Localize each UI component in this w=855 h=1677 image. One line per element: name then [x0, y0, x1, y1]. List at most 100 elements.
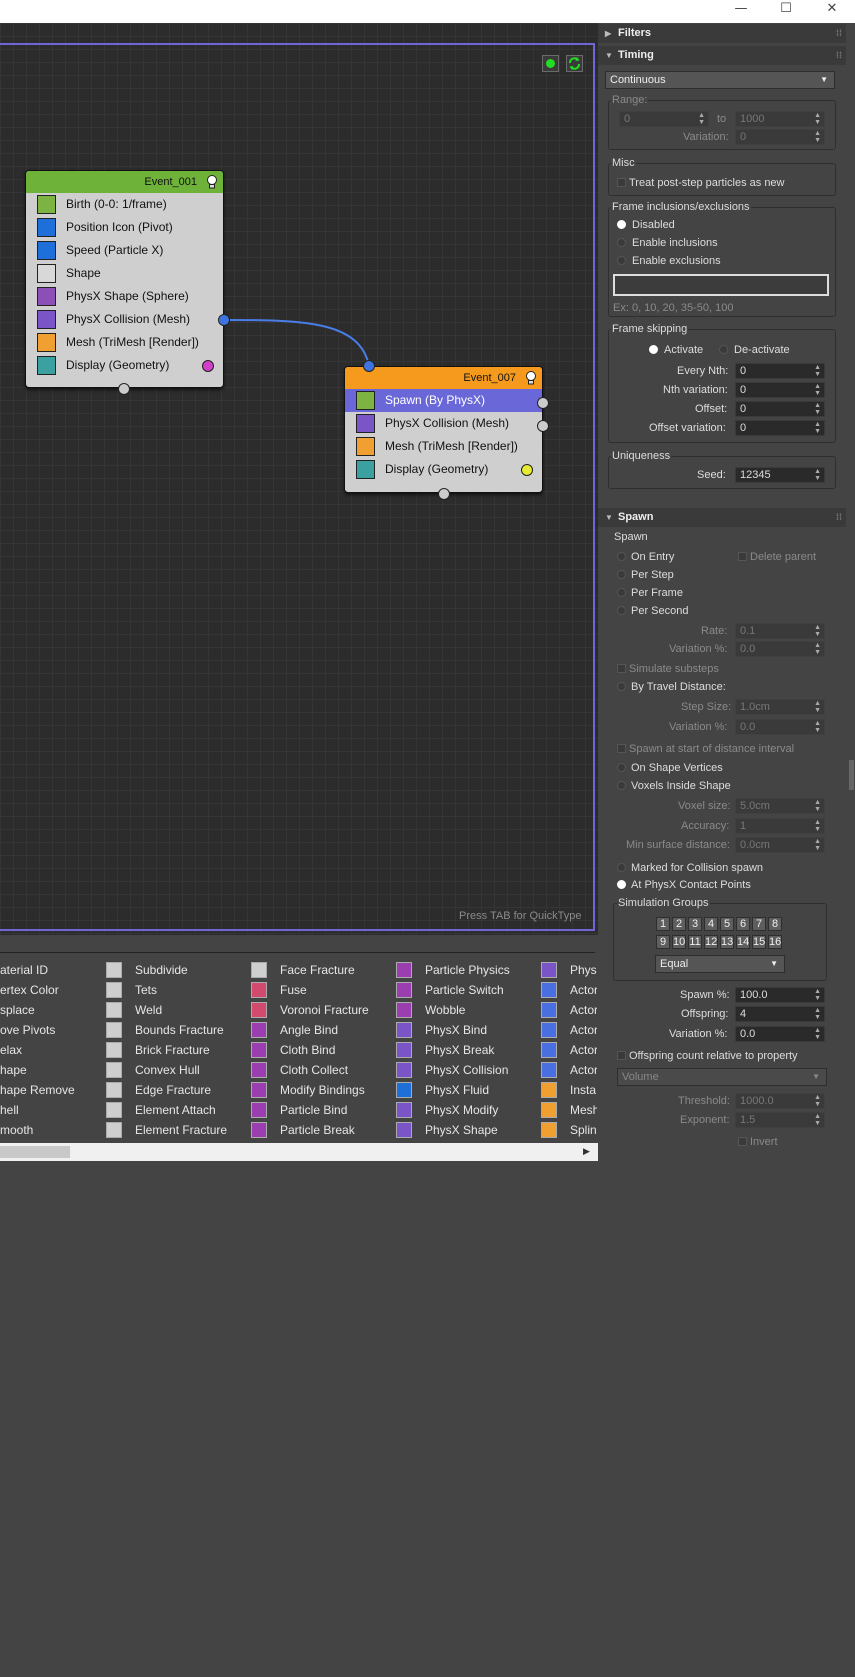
- event-node-001[interactable]: Event_001 Birth (0-0: 1/frame) Position …: [25, 170, 224, 388]
- depot-operator[interactable]: hell: [0, 1100, 96, 1120]
- per-frame-radio[interactable]: [617, 588, 626, 597]
- depot-operator[interactable]: aterial ID: [0, 960, 96, 980]
- rollout-filters[interactable]: ▶ Filters ⁞⁞: [598, 24, 846, 43]
- exponent-spinner[interactable]: 1.5 ▲ ▼: [735, 1112, 825, 1128]
- depot-operator[interactable]: Angle Bind: [251, 1020, 391, 1040]
- sim-group-button[interactable]: 13: [720, 935, 734, 949]
- depot-operator[interactable]: Wobble: [396, 1000, 536, 1020]
- per-step-radio[interactable]: [617, 570, 626, 579]
- output-pin-spawn[interactable]: [537, 397, 549, 409]
- panel-scrollbar[interactable]: [848, 23, 855, 1161]
- sim-group-button[interactable]: 14: [736, 935, 750, 949]
- offset-spinner[interactable]: 0 ▲ ▼: [735, 401, 825, 417]
- enable-exclusions-radio[interactable]: [617, 256, 626, 265]
- on-vertices-radio[interactable]: [617, 763, 626, 772]
- operator-display[interactable]: Display (Geometry): [26, 354, 223, 377]
- nth-variation-spinner[interactable]: 0 ▲ ▼: [735, 382, 825, 398]
- variation-pct-spinner[interactable]: 0.0 ▲ ▼: [735, 641, 825, 657]
- enable-toggle-button[interactable]: [542, 55, 559, 72]
- depot-operator[interactable]: Tets: [106, 980, 246, 1000]
- maximize-button[interactable]: ☐: [763, 0, 809, 23]
- operator-physx-shape[interactable]: PhysX Shape (Sphere): [26, 285, 223, 308]
- depot-operator[interactable]: ertex Color: [0, 980, 96, 1000]
- depot-operator[interactable]: Weld: [106, 1000, 246, 1020]
- depot-operator[interactable]: Phys: [541, 960, 597, 980]
- depot-operator[interactable]: Voronoi Fracture: [251, 1000, 391, 1020]
- sim-group-button[interactable]: 12: [704, 935, 718, 949]
- step-size-spinner[interactable]: 1.0cm ▲ ▼: [735, 699, 825, 715]
- depot-operator[interactable]: Face Fracture: [251, 960, 391, 980]
- depot-operator[interactable]: Subdivide: [106, 960, 246, 980]
- treat-poststep-checkbox[interactable]: [617, 178, 626, 187]
- disabled-radio[interactable]: [617, 220, 626, 229]
- output-pin-collision[interactable]: [537, 420, 549, 432]
- refresh-button[interactable]: [566, 55, 583, 72]
- depot-operator[interactable]: Splin: [541, 1120, 597, 1140]
- volume-dropdown[interactable]: Volume ▼: [617, 1068, 827, 1086]
- operator-position-icon[interactable]: Position Icon (Pivot): [26, 216, 223, 239]
- output-pin-collision[interactable]: [218, 314, 230, 326]
- depot-operator[interactable]: Modify Bindings: [251, 1080, 391, 1100]
- variation3-spinner[interactable]: 0.0 ▲ ▼: [735, 1026, 825, 1042]
- operator-physx-collision[interactable]: PhysX Collision (Mesh): [26, 308, 223, 331]
- depot-operator[interactable]: Insta: [541, 1080, 597, 1100]
- depot-operator[interactable]: ove Pivots: [0, 1020, 96, 1040]
- depot-operator[interactable]: mooth: [0, 1120, 96, 1140]
- equal-dropdown[interactable]: Equal ▼: [655, 955, 785, 973]
- spawn-start-checkbox[interactable]: [617, 744, 626, 753]
- sim-group-button[interactable]: 6: [736, 917, 750, 931]
- simulate-substeps-checkbox[interactable]: [617, 664, 626, 673]
- operator-shape[interactable]: Shape: [26, 262, 223, 285]
- close-button[interactable]: ✕: [809, 0, 855, 23]
- rate-spinner[interactable]: 0.1 ▲ ▼: [735, 623, 825, 639]
- delete-parent-checkbox[interactable]: [738, 552, 747, 561]
- depot-operator[interactable]: Fuse: [251, 980, 391, 1000]
- depot-operator[interactable]: Cloth Bind: [251, 1040, 391, 1060]
- sim-group-button[interactable]: 1: [656, 917, 670, 931]
- scroll-right-icon[interactable]: ▶: [583, 1146, 590, 1157]
- depot-operator[interactable]: Bounds Fracture: [106, 1020, 246, 1040]
- sim-group-button[interactable]: 5: [720, 917, 734, 931]
- depot-operator[interactable]: Particle Bind: [251, 1100, 391, 1120]
- panel-scroll-thumb[interactable]: [849, 760, 854, 790]
- timing-mode-dropdown[interactable]: Continuous ▼: [605, 71, 835, 89]
- spawn-pct-spinner[interactable]: 100.0 ▲ ▼: [735, 987, 825, 1003]
- accuracy-spinner[interactable]: 1 ▲ ▼: [735, 818, 825, 834]
- depot-operator[interactable]: Actor: [541, 1020, 597, 1040]
- sim-group-button[interactable]: 9: [656, 935, 670, 949]
- depot-operator[interactable]: Particle Physics: [396, 960, 536, 980]
- sim-group-button[interactable]: 3: [688, 917, 702, 931]
- depot-operator[interactable]: PhysX Fluid: [396, 1080, 536, 1100]
- depot-operator[interactable]: Actor: [541, 1040, 597, 1060]
- on-entry-radio[interactable]: [617, 552, 626, 561]
- sim-group-button[interactable]: 2: [672, 917, 686, 931]
- event-header[interactable]: Event_007: [345, 367, 542, 389]
- sim-group-button[interactable]: 11: [688, 935, 702, 949]
- depot-operator[interactable]: hape: [0, 1060, 96, 1080]
- per-second-radio[interactable]: [617, 606, 626, 615]
- sim-group-button[interactable]: 4: [704, 917, 718, 931]
- sim-group-button[interactable]: 8: [768, 917, 782, 931]
- sim-group-button[interactable]: 7: [752, 917, 766, 931]
- depot-operator[interactable]: PhysX Break: [396, 1040, 536, 1060]
- range-to-spinner[interactable]: 1000 ▲ ▼: [735, 111, 825, 127]
- depot-operator[interactable]: Edge Fracture: [106, 1080, 246, 1100]
- deactivate-radio[interactable]: [719, 345, 728, 354]
- offspring-relative-checkbox[interactable]: [617, 1051, 626, 1060]
- depot-operator[interactable]: PhysX Collision: [396, 1060, 536, 1080]
- rollout-spawn[interactable]: ▼ Spawn ⁞⁞: [598, 508, 846, 527]
- at-contact-radio[interactable]: [617, 880, 626, 889]
- every-nth-spinner[interactable]: 0 ▲ ▼: [735, 363, 825, 379]
- depot-operator[interactable]: Element Attach: [106, 1100, 246, 1120]
- operator-spawn[interactable]: Spawn (By PhysX): [345, 389, 542, 412]
- operator-mesh[interactable]: Mesh (TriMesh [Render]): [26, 331, 223, 354]
- operator-mesh[interactable]: Mesh (TriMesh [Render]): [345, 435, 542, 458]
- offset-variation-spinner[interactable]: 0 ▲ ▼: [735, 420, 825, 436]
- horizontal-scrollbar[interactable]: [0, 1143, 598, 1161]
- depot-operator[interactable]: PhysX Modify: [396, 1100, 536, 1120]
- depot-operator[interactable]: Mesh: [541, 1100, 597, 1120]
- depot-operator[interactable]: PhysX Shape: [396, 1120, 536, 1140]
- lightbulb-icon[interactable]: [206, 175, 218, 189]
- variation2-spinner[interactable]: 0.0 ▲ ▼: [735, 719, 825, 735]
- depot-operator[interactable]: Element Fracture: [106, 1120, 246, 1140]
